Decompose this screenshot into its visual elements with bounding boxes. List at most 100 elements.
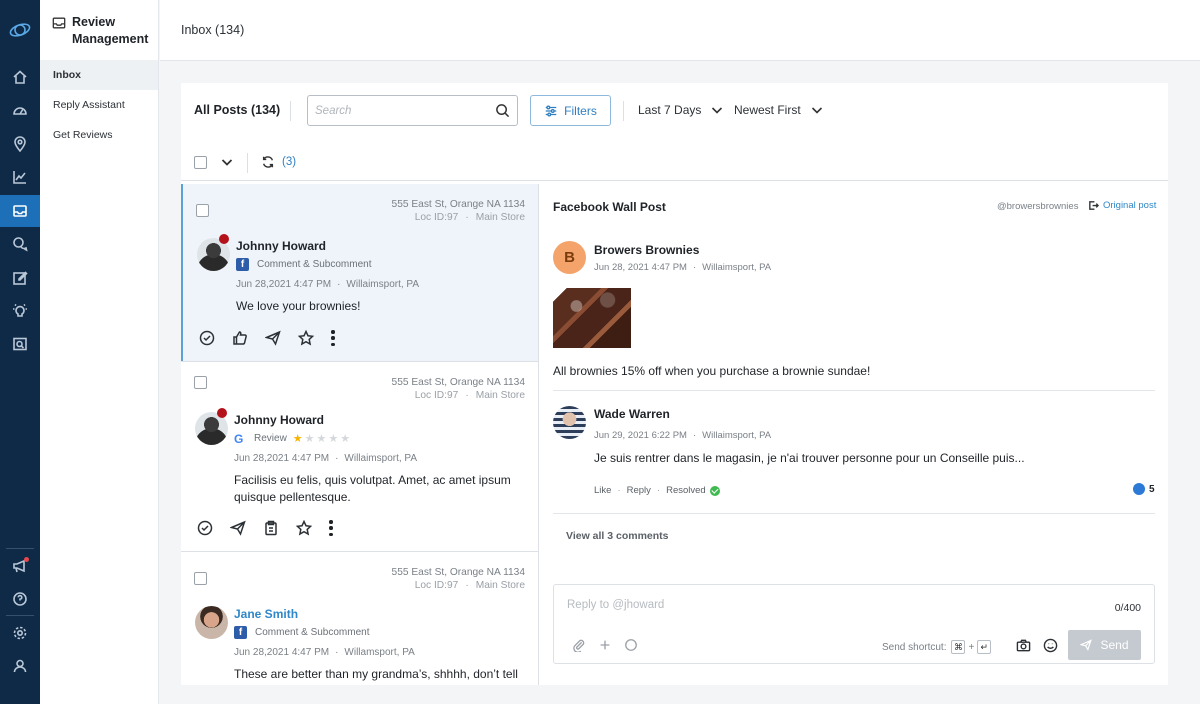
media-tools xyxy=(1016,638,1070,653)
detail-title: Facebook Wall Post xyxy=(553,200,666,214)
section-title: Review Management xyxy=(72,15,149,46)
post-list: 555 East St, Orange NA 1134 Loc ID:97 · Ma… xyxy=(181,184,539,685)
check-circle-icon[interactable] xyxy=(197,520,213,536)
select-all-checkbox[interactable] xyxy=(194,156,207,169)
like-count: 5 xyxy=(1133,483,1155,495)
filters-button[interactable]: Filters xyxy=(530,95,611,126)
edit-icon[interactable] xyxy=(0,262,40,294)
new-posts-count[interactable]: (3) xyxy=(282,156,296,168)
nav-item-get-reviews[interactable]: Get Reviews xyxy=(40,120,158,150)
attachment-icon[interactable] xyxy=(572,638,586,652)
search-page-icon[interactable] xyxy=(0,328,40,360)
nav-item-inbox[interactable]: Inbox xyxy=(40,60,158,90)
star-icon[interactable] xyxy=(296,520,312,536)
home-icon[interactable] xyxy=(0,61,40,93)
facebook-icon: f xyxy=(236,258,249,271)
chart-icon[interactable] xyxy=(0,161,40,193)
post-date: Jun 28, 2021 4:47 PM xyxy=(594,262,687,273)
user-icon[interactable] xyxy=(0,650,40,682)
thumbs-up-icon[interactable] xyxy=(232,330,248,346)
chat-icon[interactable] xyxy=(0,228,40,260)
date-range-value: Last 7 Days xyxy=(638,103,702,117)
post-checkbox[interactable] xyxy=(196,204,209,217)
logo-icon[interactable] xyxy=(0,14,40,46)
dashboard-icon[interactable] xyxy=(0,94,40,126)
nav-item-reply-assistant[interactable]: Reply Assistant xyxy=(40,90,158,120)
idea-icon[interactable] xyxy=(0,295,40,327)
announcement-icon[interactable] xyxy=(0,550,40,582)
check-circle-icon[interactable] xyxy=(199,330,215,346)
post-item[interactable]: 555 East St, Orange NA 1134 Loc ID:97 · Ma… xyxy=(181,552,538,685)
post-checkbox[interactable] xyxy=(194,376,207,389)
post-meta: Jun 28,2021 4:47 PM · Willaimsport, PA xyxy=(236,279,420,290)
avatar xyxy=(553,406,586,439)
location-icon[interactable] xyxy=(0,128,40,160)
post-location: Loc ID:97 · Main Store xyxy=(414,390,525,401)
cmd-key: ⌘ xyxy=(951,640,966,654)
resolved-status: Resolved xyxy=(666,485,706,496)
search-input[interactable] xyxy=(308,96,488,125)
camera-icon[interactable] xyxy=(1016,638,1031,653)
post-address: 555 East St, Orange NA 1134 xyxy=(391,199,525,210)
view-all-comments-link[interactable]: View all 3 comments xyxy=(566,530,669,542)
post-text: These are better than my grandma’s, shhh… xyxy=(234,667,518,681)
plus-icon[interactable] xyxy=(598,638,612,652)
section-header: Review Management xyxy=(40,0,158,60)
post-item[interactable]: 555 East St, Orange NA 1134 Loc ID:97 · Ma… xyxy=(181,362,538,551)
loc-id: Loc ID:97 xyxy=(414,580,459,591)
comment-author: Wade Warren xyxy=(594,407,670,421)
bulk-actions-row: (3) xyxy=(181,145,1168,181)
inbox-card: All Posts (134) Filters Last 7 Days Newe… xyxy=(181,83,1168,685)
post-image[interactable] xyxy=(553,288,631,348)
post-meta: Jun 28,2021 4:47 PM · Willamsport, PA xyxy=(234,647,415,658)
star-icon[interactable] xyxy=(298,330,314,346)
author-name[interactable]: Jane Smith xyxy=(234,607,298,621)
store-name: Main Store xyxy=(475,212,525,223)
review-inbox-icon xyxy=(52,17,66,29)
reply-input[interactable] xyxy=(554,585,1094,625)
sort-dropdown[interactable]: Newest First xyxy=(734,103,823,117)
plus-sign: + xyxy=(968,641,975,653)
message-template-icon[interactable] xyxy=(624,638,638,652)
inbox-icon[interactable] xyxy=(0,195,40,227)
reply-link[interactable]: Reply xyxy=(627,485,651,496)
more-options-icon[interactable] xyxy=(331,330,335,346)
send-icon[interactable] xyxy=(230,520,246,536)
post-address: 555 East St, Orange NA 1134 xyxy=(391,567,525,578)
source-type: Comment & Subcomment xyxy=(255,627,370,638)
help-icon[interactable] xyxy=(0,583,40,615)
post-location: Loc ID:97 · Main Store xyxy=(414,580,525,591)
clipboard-icon[interactable] xyxy=(263,520,279,536)
search-icon[interactable] xyxy=(495,103,510,118)
post-text: We love your brownies! xyxy=(236,299,361,313)
source-type: Comment & Subcomment xyxy=(257,259,372,270)
like-link[interactable]: Like xyxy=(594,485,611,496)
send-icon xyxy=(1080,639,1093,651)
more-options-icon[interactable] xyxy=(329,520,333,536)
post-meta: Jun 28,2021 4:47 PM · Willaimsport, PA xyxy=(234,453,418,464)
search-box[interactable] xyxy=(307,95,518,126)
refresh-icon[interactable] xyxy=(261,155,275,169)
store-name: Main Store xyxy=(475,390,525,401)
resolved-check-icon xyxy=(709,485,720,496)
unread-indicator xyxy=(217,408,227,418)
settings-icon[interactable] xyxy=(0,617,40,649)
comment-text: Je suis rentrer dans le magasin, je n'ai… xyxy=(594,451,1025,465)
original-post-link[interactable]: Original post xyxy=(1088,200,1156,211)
sort-value: Newest First xyxy=(734,103,801,117)
loc-id: Loc ID:97 xyxy=(414,212,459,223)
date-range-dropdown[interactable]: Last 7 Days xyxy=(638,103,723,117)
secondary-nav: Review Management Inbox Reply Assistant … xyxy=(40,0,159,704)
post-checkbox[interactable] xyxy=(194,572,207,585)
post-source: f Comment & Subcomment xyxy=(236,258,372,271)
select-options-chevron-icon[interactable] xyxy=(221,156,233,168)
post-item[interactable]: 555 East St, Orange NA 1134 Loc ID:97 · Ma… xyxy=(181,184,538,361)
emoji-icon[interactable] xyxy=(1043,638,1058,653)
avatar: B xyxy=(553,241,586,274)
top-bar: Inbox (134) xyxy=(160,0,1200,61)
google-icon: G xyxy=(234,431,244,446)
like-count-value: 5 xyxy=(1149,483,1155,495)
post-date: Jun 28,2021 4:47 PM xyxy=(234,647,330,658)
send-button[interactable]: Send xyxy=(1068,630,1141,660)
send-icon[interactable] xyxy=(265,330,281,346)
